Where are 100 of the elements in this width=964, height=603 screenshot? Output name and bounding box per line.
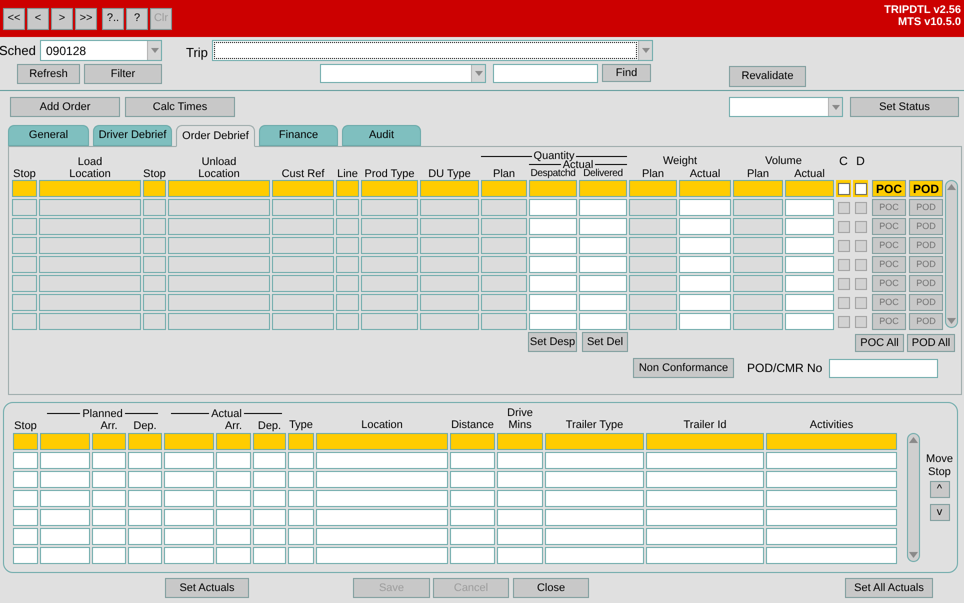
input-field[interactable]: [13, 509, 38, 526]
input-field[interactable]: [216, 509, 251, 526]
set-del-button[interactable]: Set Del: [582, 332, 628, 352]
input-field[interactable]: [40, 509, 90, 526]
checkbox[interactable]: [854, 316, 866, 328]
input-field[interactable]: [450, 490, 495, 507]
toolbar-button[interactable]: >: [51, 8, 73, 30]
input-field[interactable]: [128, 490, 162, 507]
set-status-button[interactable]: Set Status: [850, 97, 959, 117]
table-cell[interactable]: [529, 180, 577, 197]
input-field[interactable]: [766, 509, 897, 526]
toolbar-button[interactable]: ?..: [102, 8, 124, 30]
input-field[interactable]: [646, 547, 764, 564]
set-desp-button[interactable]: Set Desp: [528, 332, 577, 352]
input-field[interactable]: [316, 490, 448, 507]
input-field[interactable]: [164, 547, 214, 564]
input-field[interactable]: [679, 313, 731, 330]
input-field[interactable]: [579, 294, 627, 311]
input-field[interactable]: [679, 275, 731, 292]
input-field[interactable]: [450, 528, 495, 545]
input-field[interactable]: [40, 471, 90, 488]
input-field[interactable]: [164, 452, 214, 469]
input-field[interactable]: [288, 471, 314, 488]
scrollbar[interactable]: [945, 180, 958, 328]
table-cell[interactable]: [785, 180, 834, 197]
non-conformance-button[interactable]: Non Conformance: [633, 358, 734, 378]
poc-all-button[interactable]: POC All: [855, 334, 904, 352]
add-order-button[interactable]: Add Order: [10, 97, 120, 117]
input-field[interactable]: [253, 452, 286, 469]
move-up-button[interactable]: ^: [930, 481, 950, 498]
input-field[interactable]: [766, 547, 897, 564]
tab[interactable]: Audit: [342, 125, 421, 146]
input-field[interactable]: [128, 452, 162, 469]
checkbox[interactable]: [838, 316, 850, 328]
checkbox[interactable]: [854, 240, 866, 252]
input-field[interactable]: [545, 547, 644, 564]
input-field[interactable]: [529, 199, 577, 216]
input-field[interactable]: [497, 452, 543, 469]
status-dropdown[interactable]: [729, 97, 843, 117]
input-field[interactable]: [646, 490, 764, 507]
input-field[interactable]: [497, 471, 543, 488]
input-field[interactable]: [128, 528, 162, 545]
input-field[interactable]: [785, 294, 834, 311]
input-field[interactable]: [579, 218, 627, 235]
input-field[interactable]: [450, 509, 495, 526]
input-field[interactable]: [40, 452, 90, 469]
input-field[interactable]: [529, 294, 577, 311]
input-field[interactable]: [40, 528, 90, 545]
input-field[interactable]: [128, 547, 162, 564]
checkbox[interactable]: [854, 296, 866, 308]
input-field[interactable]: [450, 471, 495, 488]
input-field[interactable]: [13, 452, 38, 469]
input-field[interactable]: [253, 528, 286, 545]
input-field[interactable]: [164, 490, 214, 507]
checkbox[interactable]: [838, 220, 850, 232]
input-field[interactable]: [497, 490, 543, 507]
set-all-actuals-button[interactable]: Set All Actuals: [845, 578, 933, 598]
input-field[interactable]: [766, 490, 897, 507]
input-field[interactable]: [646, 471, 764, 488]
input-field[interactable]: [766, 452, 897, 469]
input-field[interactable]: [545, 471, 644, 488]
filter-button[interactable]: Filter: [84, 64, 162, 84]
input-field[interactable]: [529, 313, 577, 330]
input-field[interactable]: [785, 237, 834, 254]
input-field[interactable]: [216, 452, 251, 469]
input-field[interactable]: [13, 547, 38, 564]
input-field[interactable]: [288, 490, 314, 507]
input-field[interactable]: [216, 490, 251, 507]
input-field[interactable]: [316, 509, 448, 526]
scrollbar[interactable]: [907, 433, 920, 562]
input-field[interactable]: [545, 490, 644, 507]
input-field[interactable]: [13, 490, 38, 507]
input-field[interactable]: [253, 547, 286, 564]
input-field[interactable]: [785, 256, 834, 273]
input-field[interactable]: [545, 528, 644, 545]
input-field[interactable]: [579, 313, 627, 330]
input-field[interactable]: [164, 471, 214, 488]
input-field[interactable]: [128, 509, 162, 526]
pod-all-button[interactable]: POD All: [907, 334, 955, 352]
input-field[interactable]: [216, 547, 251, 564]
input-field[interactable]: [493, 64, 598, 83]
input-field[interactable]: [450, 452, 495, 469]
input-field[interactable]: [92, 547, 126, 564]
input-field[interactable]: [128, 471, 162, 488]
pod-button[interactable]: POD: [909, 180, 943, 197]
table-cell[interactable]: [679, 180, 731, 197]
input-field[interactable]: [92, 471, 126, 488]
checkbox[interactable]: [838, 296, 850, 308]
input-field[interactable]: [785, 275, 834, 292]
tab[interactable]: Driver Debrief: [93, 125, 172, 146]
input-field[interactable]: [164, 509, 214, 526]
input-field[interactable]: [216, 471, 251, 488]
tab[interactable]: General: [8, 125, 89, 146]
refresh-button[interactable]: Refresh: [17, 64, 80, 84]
input-field[interactable]: [288, 452, 314, 469]
checkbox[interactable]: [854, 220, 866, 232]
input-field[interactable]: [579, 256, 627, 273]
toolbar-button[interactable]: >>: [75, 8, 97, 30]
input-field[interactable]: [766, 528, 897, 545]
input-field[interactable]: [529, 218, 577, 235]
